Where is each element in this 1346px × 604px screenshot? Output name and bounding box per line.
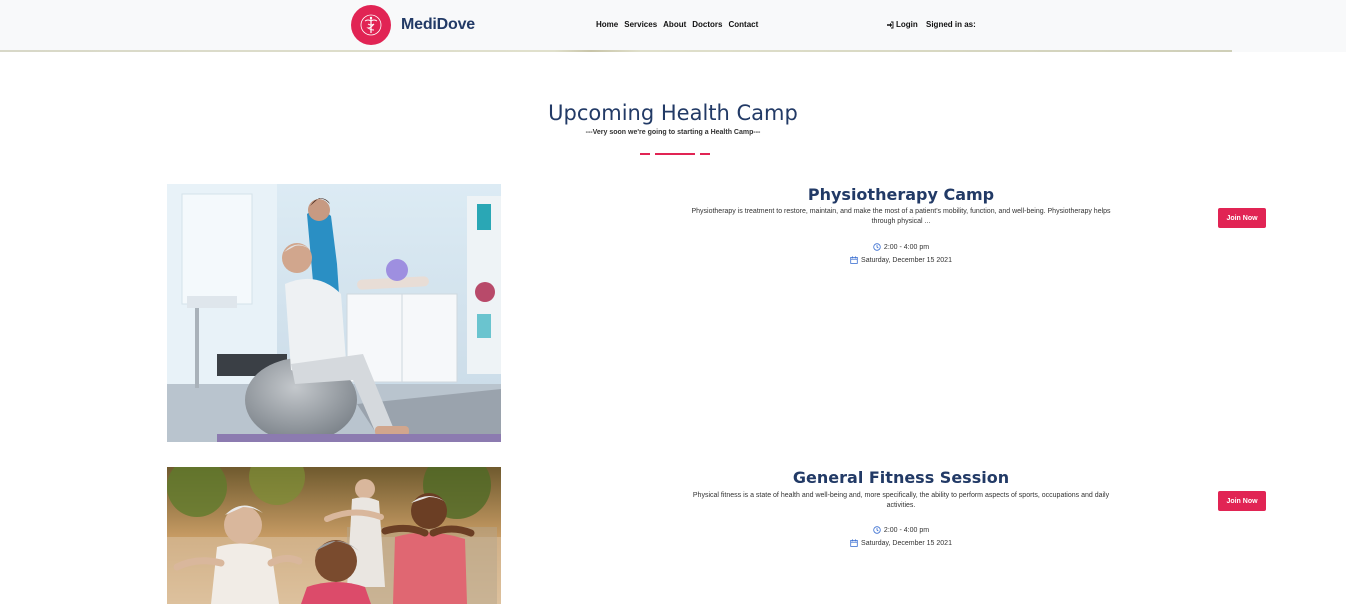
camp-date-text: Saturday, December 15 2021 — [861, 256, 952, 264]
login-label: Login — [896, 20, 918, 29]
camp-description: Physical fitness is a state of health an… — [692, 492, 1110, 509]
camp-date: Saturday, December 15 2021 — [651, 256, 1151, 264]
fitness-session-image — [167, 467, 501, 604]
camp-title: General Fitness Session — [792, 468, 1010, 487]
physiotherapy-camp-image — [167, 184, 501, 442]
navbar-divider — [0, 50, 1232, 52]
camp-date-text: Saturday, December 15 2021 — [861, 539, 952, 547]
title-divider-center — [655, 153, 695, 155]
camp-time: 2:00 - 4:00 pm — [651, 526, 1151, 534]
nav-about[interactable]: About — [663, 20, 686, 29]
nav-services[interactable]: Services — [624, 20, 657, 29]
nav-doctors[interactable]: Doctors — [692, 20, 722, 29]
join-now-button[interactable]: Join Now — [1218, 491, 1266, 511]
sign-in-icon — [887, 21, 894, 28]
camp-description: Physiotherapy is treatment to restore, m… — [691, 208, 1111, 225]
camp-time-text: 2:00 - 4:00 pm — [883, 526, 930, 534]
logo-caduceus-icon[interactable] — [351, 5, 391, 45]
camp-date: Saturday, December 15 2021 — [651, 539, 1151, 547]
nav-contact[interactable]: Contact — [729, 20, 759, 29]
clock-icon — [873, 526, 881, 534]
section-title: Upcoming Health Camp — [548, 101, 798, 125]
calendar-icon — [850, 256, 858, 264]
login-link[interactable]: Login — [886, 20, 918, 29]
navbar: MediDove Home Services About Doctors Con… — [0, 0, 1346, 52]
title-divider-left — [640, 153, 650, 155]
section-subtitle: ---Very soon we're going to starting a H… — [585, 129, 761, 136]
calendar-icon — [850, 539, 858, 547]
signed-in-label: Signed in as: — [926, 20, 976, 29]
camp-time-text: 2:00 - 4:00 pm — [883, 243, 930, 251]
camp-time: 2:00 - 4:00 pm — [651, 243, 1151, 251]
camp-title: Physiotherapy Camp — [807, 185, 995, 204]
nav-home[interactable]: Home — [596, 20, 618, 29]
title-divider-right — [700, 153, 710, 155]
clock-icon — [873, 243, 881, 251]
main-nav: Home Services About Doctors Contact — [596, 20, 758, 29]
join-now-button[interactable]: Join Now — [1218, 208, 1266, 228]
brand-name[interactable]: MediDove — [401, 16, 475, 34]
